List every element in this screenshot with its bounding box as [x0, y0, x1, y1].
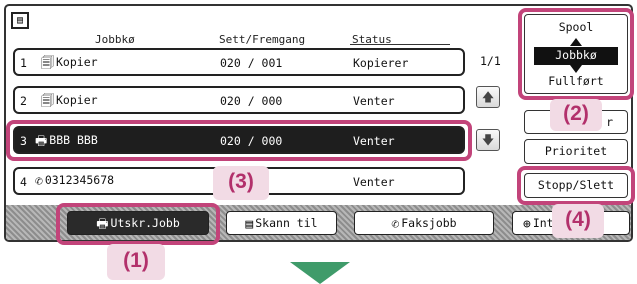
callout-4: (4)	[552, 204, 604, 238]
tab-fax-job[interactable]: ✆ Faksjobb	[354, 211, 494, 235]
job-status: Kopierer	[353, 56, 409, 70]
job-row-2[interactable]: 2 🗐 Kopier 020 / 000 Venter	[13, 86, 465, 114]
internet-fax-icon: ⊕	[523, 217, 531, 232]
fax-icon: ✆	[35, 174, 43, 189]
next-step-arrow-icon	[290, 262, 350, 284]
job-row-1[interactable]: 1 🗐 Kopier 020 / 001 Kopierer	[13, 48, 465, 76]
highlight-print-tab	[56, 203, 220, 245]
header-status-line	[350, 44, 450, 45]
scanner-icon: ▤	[245, 217, 254, 232]
callout-2: (2)	[550, 99, 602, 131]
job-status: Venter	[353, 175, 395, 189]
job-progress: 020 / 001	[220, 56, 283, 70]
job-number: 4	[20, 175, 27, 189]
header-job-queue: Jobbkø	[95, 33, 135, 46]
job-name: 🗐 Kopier	[41, 92, 98, 114]
scroll-down-button[interactable]: 🡇	[476, 129, 500, 151]
job-number: 2	[20, 94, 27, 108]
highlight-mode-selector	[518, 8, 634, 100]
tab-scan-to[interactable]: ▤ Skann til	[226, 211, 337, 235]
job-name: 🗐 Kopier	[41, 54, 98, 76]
copy-icon: 🗐	[41, 56, 54, 71]
job-number: 1	[20, 56, 27, 70]
callout-3: (3)	[213, 166, 269, 200]
highlight-selected-row	[6, 120, 472, 161]
callout-1: (1)	[107, 244, 165, 280]
scroll-up-button[interactable]: 🡅	[476, 86, 500, 108]
highlight-stop-delete	[517, 166, 635, 205]
job-name: ✆ 0312345678	[35, 173, 115, 189]
job-status: Venter	[353, 94, 395, 108]
job-progress: 020 / 000	[220, 94, 283, 108]
copy-icon: 🗐	[41, 94, 54, 109]
job-status-icon: ▤	[11, 12, 29, 29]
page-indicator: 1/1	[480, 54, 501, 68]
priority-button[interactable]: Prioritet	[524, 139, 628, 164]
header-sets-progress: Sett/Fremgang	[219, 33, 306, 46]
fax-icon: ✆	[391, 217, 400, 232]
